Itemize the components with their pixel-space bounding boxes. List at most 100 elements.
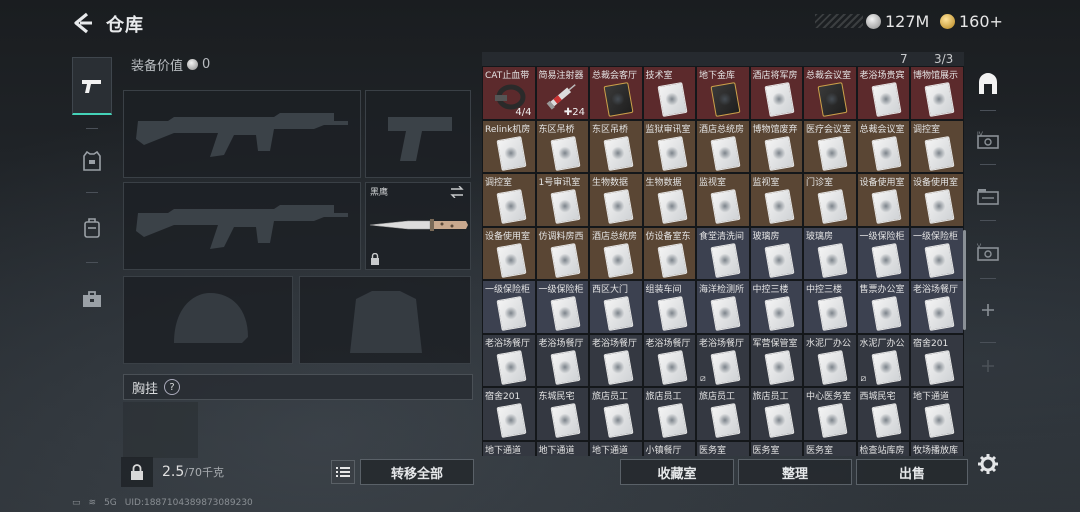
storage-item[interactable]: 设备使用室	[856, 173, 910, 227]
swap-icon[interactable]	[450, 186, 464, 198]
storage-item[interactable]: 旅店员工	[589, 387, 643, 441]
storage-item[interactable]: 医疗会议室	[803, 119, 857, 173]
storage-item[interactable]: 水泥厂办公	[803, 333, 857, 387]
storage-item[interactable]: 旅店员工	[696, 387, 750, 441]
gold-currency[interactable]: 160+	[940, 12, 1003, 31]
storage-item[interactable]: 老浴场餐厅	[482, 333, 536, 387]
chest-rig-bar[interactable]: 胸挂 ?	[123, 374, 473, 400]
storage-home-button[interactable]	[974, 70, 1002, 98]
storage-item[interactable]: 组装车间	[642, 280, 696, 334]
storage-item[interactable]: 总裁会议室	[803, 66, 857, 120]
storage-item[interactable]: 检查站库房	[856, 440, 910, 456]
storage-item[interactable]: 中心医务室	[803, 387, 857, 441]
lock-button[interactable]	[121, 457, 153, 487]
storage-item[interactable]: 中控三楼	[749, 280, 803, 334]
storage-item[interactable]: 旅店员工	[642, 387, 696, 441]
storage-item[interactable]: 生物数据	[589, 173, 643, 227]
storage-item[interactable]: 调控室	[482, 173, 536, 227]
storage-item[interactable]: 设备使用室	[910, 173, 964, 227]
storage-item[interactable]: 监狱审讯室	[642, 119, 696, 173]
storage-item[interactable]: CAT止血带 4/4	[482, 66, 536, 120]
storage-item[interactable]: 水泥厂办公 ⧄	[856, 333, 910, 387]
back-arrow-icon[interactable]	[70, 10, 96, 36]
sell-button[interactable]: 出售	[856, 459, 968, 485]
pistol-slot[interactable]	[365, 90, 471, 178]
silver-currency[interactable]: 127M	[866, 12, 929, 31]
storage-item[interactable]: 酒店总统房	[696, 119, 750, 173]
storage-item[interactable]: 酒店将军房	[749, 66, 803, 120]
storage-item[interactable]: 老浴场餐厅	[589, 333, 643, 387]
storage-item[interactable]: 技术室	[642, 66, 696, 120]
nav-backpack[interactable]	[72, 199, 112, 257]
storage-item[interactable]: 海洋检测所	[696, 280, 750, 334]
storage-item[interactable]: 博物馆展示	[910, 66, 964, 120]
storage-item[interactable]: 监视室	[749, 173, 803, 227]
settings-button[interactable]	[974, 450, 1002, 478]
storage-item[interactable]: 一级保险柜	[856, 226, 910, 280]
storage-item[interactable]: 仿设备室东	[642, 226, 696, 280]
storage-item[interactable]: 一级保险柜	[910, 226, 964, 280]
storage-scrollbar[interactable]	[963, 230, 966, 330]
storage-item[interactable]: 总裁会议室	[856, 119, 910, 173]
storage-item[interactable]: 医务室	[749, 440, 803, 456]
storage-item[interactable]: 简易注射器 ✚24	[535, 66, 589, 120]
storage-item[interactable]: 医务室	[803, 440, 857, 456]
storage-item[interactable]: 宿舍201	[910, 333, 964, 387]
storage-item[interactable]: 设备使用室	[482, 226, 536, 280]
storage-item[interactable]: 老浴场贵宾	[856, 66, 910, 120]
storage-item[interactable]: 博物馆废弃	[749, 119, 803, 173]
storage-tab-2[interactable]	[974, 182, 1002, 210]
melee-slot[interactable]: 黑鹰	[365, 182, 471, 270]
storage-item[interactable]: 宿舍201	[482, 387, 536, 441]
storage-tab-1[interactable]: IV	[974, 126, 1002, 154]
storage-item[interactable]: 地下金库	[696, 66, 750, 120]
storage-item[interactable]: 旅店员工	[749, 387, 803, 441]
storage-item[interactable]: 食堂清洗间	[696, 226, 750, 280]
storage-item[interactable]: 一级保险柜	[535, 280, 589, 334]
storage-item[interactable]: 东区吊桥	[535, 119, 589, 173]
storage-item[interactable]: 老浴场餐厅	[642, 333, 696, 387]
storage-item[interactable]: 玻璃房	[749, 226, 803, 280]
storage-item[interactable]: 一级保险柜	[482, 280, 536, 334]
storage-item[interactable]: 监视室	[696, 173, 750, 227]
nav-weapons[interactable]	[72, 57, 112, 115]
storage-item[interactable]: 老浴场餐厅	[535, 333, 589, 387]
storage-item[interactable]: 中控三楼	[803, 280, 857, 334]
storage-item[interactable]: 地下通道	[535, 440, 589, 456]
storage-item[interactable]: 东区吊桥	[589, 119, 643, 173]
storage-tab-3[interactable]: V	[974, 238, 1002, 266]
storage-item[interactable]: 仿调料房西	[535, 226, 589, 280]
storage-item[interactable]: 玻璃房	[803, 226, 857, 280]
storage-item[interactable]: 酒店总统房	[589, 226, 643, 280]
storage-item[interactable]: 门诊室	[803, 173, 857, 227]
nav-toolbox[interactable]	[72, 270, 112, 328]
storage-item[interactable]: 西区大门	[589, 280, 643, 334]
nav-armor[interactable]	[72, 132, 112, 190]
chest-rig-slot[interactable]	[123, 402, 198, 458]
transfer-all-button[interactable]: 转移全部	[360, 459, 474, 485]
help-icon[interactable]: ?	[164, 379, 181, 395]
helmet-slot[interactable]	[123, 276, 293, 364]
storage-item[interactable]: 小镇餐厅	[642, 440, 696, 456]
storage-item[interactable]: 地下通道	[910, 387, 964, 441]
organize-button[interactable]: 整理	[738, 459, 852, 485]
storage-item[interactable]: 售票办公室	[856, 280, 910, 334]
storage-item[interactable]: 生物数据	[642, 173, 696, 227]
collection-room-button[interactable]: 收藏室	[620, 459, 734, 485]
storage-item[interactable]: 医务室	[696, 440, 750, 456]
storage-item[interactable]: Relink机房	[482, 119, 536, 173]
storage-item[interactable]: 调控室	[910, 119, 964, 173]
armor-slot[interactable]	[299, 276, 471, 364]
add-storage-button-2[interactable]	[974, 352, 1002, 380]
storage-item[interactable]: 牧场播放库	[910, 440, 964, 456]
add-storage-button[interactable]	[974, 296, 1002, 324]
secondary-weapon-slot[interactable]	[123, 182, 361, 270]
storage-item[interactable]: 1号审讯室	[535, 173, 589, 227]
storage-item[interactable]: 军营保管室	[749, 333, 803, 387]
storage-item[interactable]: 东城民宅	[535, 387, 589, 441]
storage-item[interactable]: 老浴场餐厅 ⧄	[696, 333, 750, 387]
list-view-button[interactable]	[331, 460, 355, 484]
storage-item[interactable]: 老浴场餐厅	[910, 280, 964, 334]
storage-item[interactable]: 西城民宅	[856, 387, 910, 441]
storage-item[interactable]: 地下通道	[482, 440, 536, 456]
